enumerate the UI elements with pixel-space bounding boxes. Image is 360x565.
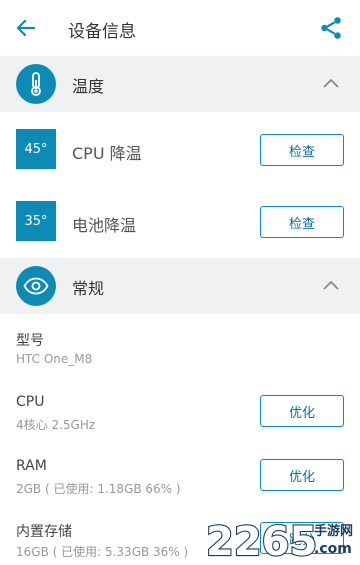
back-arrow-icon[interactable]	[14, 16, 38, 40]
battery-cooling-row: 35° 电池降温 检查	[0, 186, 360, 258]
cpu-value: 4核心 2.5GHz	[16, 418, 96, 432]
ram-title: RAM	[16, 458, 47, 474]
battery-check-button[interactable]: 检查	[260, 206, 344, 238]
thermometer-icon	[16, 64, 56, 104]
eye-icon	[16, 266, 56, 306]
share-icon[interactable]	[318, 15, 344, 41]
storage-value: 16GB ( 已使用: 5.33GB 36% )	[16, 545, 189, 559]
cpu-check-button[interactable]: 检查	[260, 134, 344, 166]
cpu-title: CPU	[16, 394, 45, 410]
battery-cooling-label: 电池降温	[72, 216, 137, 235]
ram-row: RAM 2GB ( 已使用: 1.18GB 66% ) 优化	[0, 446, 360, 510]
cpu-cooling-row: 45° CPU 降温 检查	[0, 114, 360, 186]
watermark-site-name: 手游网	[314, 523, 353, 539]
cpu-cooling-label: CPU 降温	[72, 144, 142, 163]
model-row: 型号 HTC One_M8	[0, 318, 360, 382]
temperature-section-title: 温度	[72, 77, 105, 96]
model-value: HTC One_M8	[16, 352, 93, 366]
ram-value: 2GB ( 已使用: 1.18GB 66% )	[16, 482, 181, 496]
ram-optimize-button[interactable]: 优化	[260, 459, 344, 491]
page-title: 设备信息	[68, 22, 136, 42]
general-section-header[interactable]: 常规	[0, 258, 360, 314]
app-bar: 设备信息	[0, 0, 360, 56]
cpu-optimize-button[interactable]: 优化	[260, 395, 344, 427]
temperature-section-header[interactable]: 温度	[0, 56, 360, 112]
watermark-domain: .com	[314, 541, 352, 557]
storage-title: 内置存储	[16, 524, 72, 540]
watermark-number: 2265	[206, 519, 317, 565]
site-watermark-logo: 2265 手游网 .com	[205, 518, 353, 565]
general-section-title: 常规	[72, 279, 105, 298]
chevron-up-icon[interactable]	[322, 76, 340, 90]
chevron-up-icon[interactable]	[322, 278, 340, 292]
model-title: 型号	[16, 333, 44, 349]
cpu-temperature-badge: 45°	[16, 129, 56, 169]
battery-temperature-badge: 35°	[16, 201, 56, 241]
cpu-row: CPU 4核心 2.5GHz 优化	[0, 382, 360, 446]
